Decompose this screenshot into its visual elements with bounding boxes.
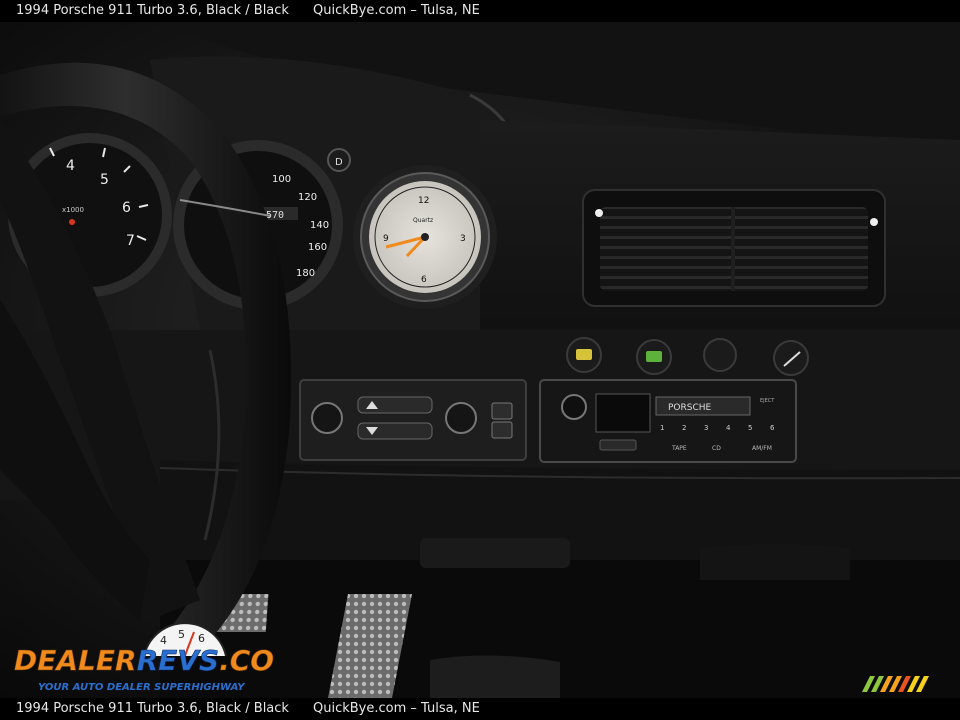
svg-text:D: D bbox=[335, 157, 343, 168]
tach-unit: x1000 bbox=[62, 206, 84, 214]
radio-label-eject: EJECT bbox=[760, 398, 775, 404]
radio-preset-6: 6 bbox=[770, 424, 775, 432]
caption-site: QuickBye.com – Tulsa, NE bbox=[313, 3, 480, 18]
radio-preset-3: 3 bbox=[704, 424, 708, 432]
caption-bar-bottom: 1994 Porsche 911 Turbo 3.6, Black / Blac… bbox=[0, 698, 960, 720]
radio-preset-2: 2 bbox=[682, 424, 686, 432]
climate-panel bbox=[299, 379, 527, 461]
radio-label-tape: TAPE bbox=[671, 445, 687, 452]
caption-title: 1994 Porsche 911 Turbo 3.6, Black / Blac… bbox=[16, 3, 289, 18]
radio-preset-4: 4 bbox=[726, 424, 731, 432]
caption-bar-top: 1994 Porsche 911 Turbo 3.6, Black / Blac… bbox=[0, 0, 960, 22]
analog-clock: 12 3 6 9 Quartz bbox=[353, 165, 497, 309]
color-stripes-logo bbox=[862, 676, 929, 692]
clock-3: 3 bbox=[460, 234, 466, 244]
speed-120: 120 bbox=[298, 192, 317, 203]
speed-180: 180 bbox=[296, 268, 315, 279]
watermark-gauge-5: 5 bbox=[178, 628, 185, 641]
dashboard-photo: 4 5 6 7 x1000 100 120 140 160 180 570 D bbox=[0, 22, 960, 698]
radio-head-unit: PORSCHE EJECT 1 2 3 4 5 6 TAPE CD AM/FM bbox=[539, 379, 797, 463]
photo-frame: 1994 Porsche 911 Turbo 3.6, Black / Blac… bbox=[0, 0, 960, 720]
tach-numeral-6: 6 bbox=[122, 200, 131, 216]
radio-brand: PORSCHE bbox=[668, 403, 712, 413]
air-vent bbox=[582, 189, 886, 307]
tach-numeral-4: 4 bbox=[66, 158, 75, 174]
speed-160: 160 bbox=[308, 242, 327, 253]
watermark-word-revs: REVS bbox=[137, 644, 220, 677]
tach-numeral-7: 7 bbox=[126, 233, 135, 249]
clock-brand: Quartz bbox=[413, 217, 433, 224]
radio-label-amfm: AM/FM bbox=[752, 445, 772, 452]
speed-100: 100 bbox=[272, 174, 291, 185]
radio-preset-5: 5 bbox=[748, 424, 752, 432]
watermark-tagline: YOUR AUTO DEALER SUPERHIGHWAY bbox=[38, 682, 246, 693]
watermark-word-com: .COM bbox=[219, 644, 274, 677]
tach-numeral-5: 5 bbox=[100, 172, 109, 188]
svg-text:DEALERREVS.COM: DEALERREVS.COM bbox=[14, 644, 274, 677]
clock-9: 9 bbox=[383, 234, 389, 244]
dealerrevs-watermark: 4 5 6 DEALERREVS.COM YOUR AUTO DEALER SU… bbox=[14, 622, 274, 693]
watermark-word-dealer: DEALER bbox=[14, 644, 137, 677]
clock-12: 12 bbox=[418, 196, 429, 206]
radio-label-cd: CD bbox=[712, 445, 721, 452]
clock-6: 6 bbox=[421, 275, 427, 285]
speed-140: 140 bbox=[310, 220, 329, 231]
radio-preset-1: 1 bbox=[660, 424, 664, 432]
caption-site-bottom: QuickBye.com – Tulsa, NE bbox=[313, 701, 480, 716]
caption-title-bottom: 1994 Porsche 911 Turbo 3.6, Black / Blac… bbox=[16, 701, 289, 716]
